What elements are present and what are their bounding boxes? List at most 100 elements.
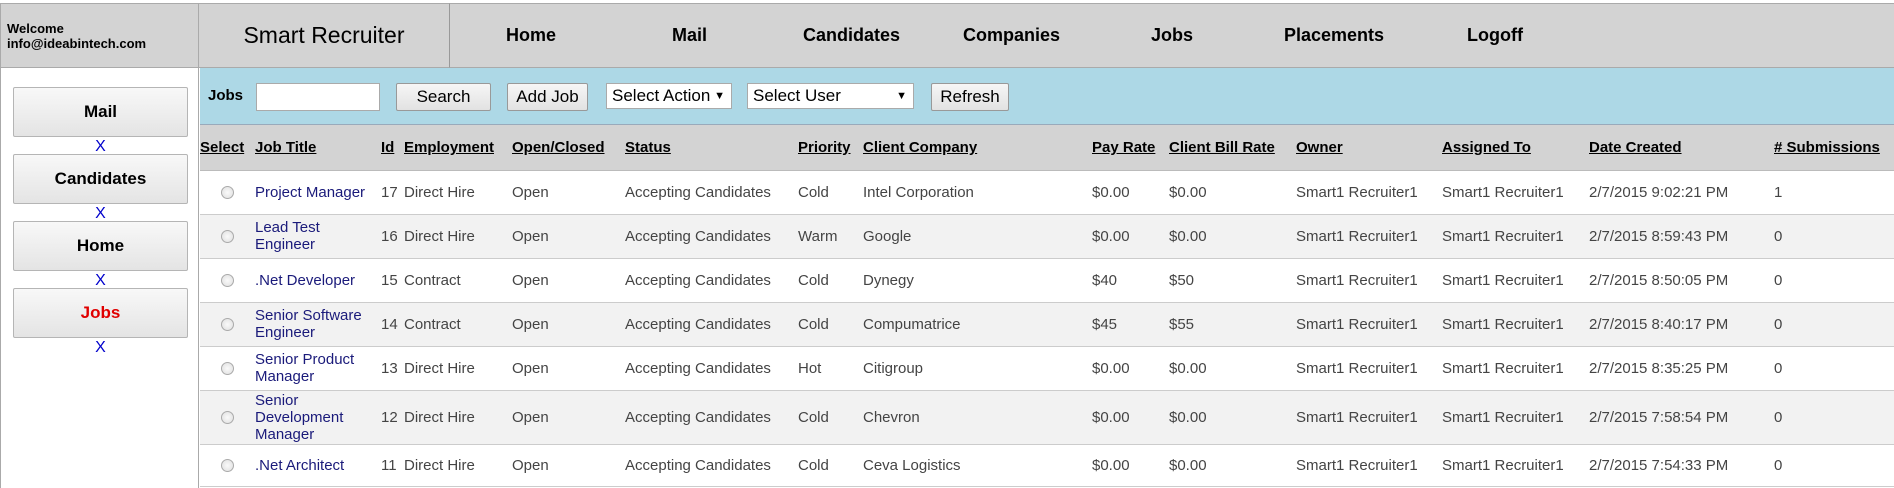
bill-rate: $55 xyxy=(1169,302,1296,347)
nav-mail[interactable]: Mail xyxy=(672,4,707,67)
add-job-button[interactable]: Add Job xyxy=(507,83,588,111)
row-select-radio[interactable] xyxy=(221,458,234,472)
col-submissions[interactable]: # Submissions xyxy=(1774,125,1894,171)
priority: Hot xyxy=(798,346,863,391)
table-row: .Net Architect 11 Direct Hire Open Accep… xyxy=(200,444,1894,487)
job-status: Accepting Candidates xyxy=(625,390,798,445)
table-row: Senior Software Engineer 14 Contract Ope… xyxy=(200,302,1894,347)
jobs-toolbar: Jobs Search Add Job Select Action ▼ Sele… xyxy=(200,68,1894,125)
client-company: Intel Corporation xyxy=(863,170,1092,215)
assigned-to: Smart1 Recruiter1 xyxy=(1442,170,1589,215)
client-company: Ceva Logistics xyxy=(863,444,1092,487)
date-created: 2/7/2015 8:59:43 PM xyxy=(1589,214,1774,259)
welcome-panel: Welcome info@ideabintech.com xyxy=(0,3,199,68)
date-created: 2/7/2015 7:58:54 PM xyxy=(1589,390,1774,445)
owner: Smart1 Recruiter1 xyxy=(1296,302,1442,347)
user-email: info@ideabintech.com xyxy=(7,36,147,51)
nav-placements[interactable]: Placements xyxy=(1284,4,1384,67)
select-cell xyxy=(200,302,255,347)
close-jobs-tab[interactable]: X xyxy=(1,339,200,357)
row-select-radio[interactable] xyxy=(221,185,234,199)
col-id[interactable]: Id xyxy=(381,125,404,171)
job-title-link[interactable]: .Net Developer xyxy=(255,258,381,303)
sidebar: Mail X Candidates X Home X Jobs X xyxy=(0,68,199,488)
row-select-radio[interactable] xyxy=(221,361,234,375)
select-cell xyxy=(200,170,255,215)
assigned-to: Smart1 Recruiter1 xyxy=(1442,302,1589,347)
job-title-link[interactable]: Project Manager xyxy=(255,170,381,215)
date-created: 2/7/2015 8:50:05 PM xyxy=(1589,258,1774,303)
priority: Cold xyxy=(798,302,863,347)
col-priority[interactable]: Priority xyxy=(798,125,863,171)
row-select-radio[interactable] xyxy=(221,410,234,424)
job-title-link[interactable]: Senior Software Engineer xyxy=(255,302,381,347)
table-row: Project Manager 17 Direct Hire Open Acce… xyxy=(200,170,1894,215)
open-closed: Open xyxy=(512,390,625,445)
assigned-to: Smart1 Recruiter1 xyxy=(1442,214,1589,259)
open-closed: Open xyxy=(512,346,625,391)
col-select[interactable]: Select xyxy=(200,125,255,171)
job-status: Accepting Candidates xyxy=(625,302,798,347)
sidebar-tab-candidates[interactable]: Candidates xyxy=(13,154,188,204)
sidebar-tab-home[interactable]: Home xyxy=(13,221,188,271)
row-select-radio[interactable] xyxy=(221,317,234,331)
select-user-value: Select User xyxy=(753,86,841,105)
col-owner[interactable]: Owner xyxy=(1296,125,1442,171)
job-search-input[interactable] xyxy=(256,83,380,111)
nav-candidates[interactable]: Candidates xyxy=(803,4,900,67)
nav-jobs[interactable]: Jobs xyxy=(1151,4,1193,67)
smart-recruiter-page: Welcome info@ideabintech.com Smart Recru… xyxy=(0,0,1894,488)
col-job-title[interactable]: Job Title xyxy=(255,125,381,171)
col-assigned-to[interactable]: Assigned To xyxy=(1442,125,1589,171)
col-status[interactable]: Status xyxy=(625,125,798,171)
col-client-company[interactable]: Client Company xyxy=(863,125,1092,171)
job-title-link[interactable]: Senior Product Manager xyxy=(255,346,381,391)
job-status: Accepting Candidates xyxy=(625,346,798,391)
app-title: Smart Recruiter xyxy=(199,3,450,68)
table-row: .Net Developer 15 Contract Open Acceptin… xyxy=(200,258,1894,303)
pay-rate: $0.00 xyxy=(1092,170,1169,215)
job-title-link[interactable]: Senior Development Manager xyxy=(255,390,381,445)
open-closed: Open xyxy=(512,258,625,303)
search-button[interactable]: Search xyxy=(396,83,491,111)
select-cell xyxy=(200,258,255,303)
submissions-count: 0 xyxy=(1774,390,1894,445)
job-status: Accepting Candidates xyxy=(625,214,798,259)
nav-home[interactable]: Home xyxy=(506,4,556,67)
job-title-link[interactable]: .Net Architect xyxy=(255,444,381,487)
open-closed: Open xyxy=(512,170,625,215)
sidebar-tab-mail[interactable]: Mail xyxy=(13,87,188,137)
job-status: Accepting Candidates xyxy=(625,444,798,487)
pay-rate: $0.00 xyxy=(1092,214,1169,259)
row-select-radio[interactable] xyxy=(221,273,234,287)
job-title-link[interactable]: Lead Test Engineer xyxy=(255,214,381,259)
employment-type: Direct Hire xyxy=(404,214,512,259)
select-action-dropdown[interactable]: Select Action ▼ xyxy=(606,83,732,109)
job-id: 17 xyxy=(381,170,404,215)
job-status: Accepting Candidates xyxy=(625,170,798,215)
col-client-bill-rate[interactable]: Client Bill Rate xyxy=(1169,125,1296,171)
pay-rate: $0.00 xyxy=(1092,390,1169,445)
select-user-dropdown[interactable]: Select User ▼ xyxy=(747,83,914,109)
col-pay-rate[interactable]: Pay Rate xyxy=(1092,125,1169,171)
open-closed: Open xyxy=(512,214,625,259)
job-id: 14 xyxy=(381,302,404,347)
table-row: Senior Development Manager 12 Direct Hir… xyxy=(200,390,1894,445)
open-closed: Open xyxy=(512,444,625,487)
sidebar-tab-jobs[interactable]: Jobs xyxy=(13,288,188,338)
open-closed: Open xyxy=(512,302,625,347)
refresh-button[interactable]: Refresh xyxy=(931,83,1009,111)
select-cell xyxy=(200,444,255,487)
employment-type: Contract xyxy=(404,258,512,303)
col-open-closed[interactable]: Open/Closed xyxy=(512,125,625,171)
col-date-created[interactable]: Date Created xyxy=(1589,125,1774,171)
pay-rate: $0.00 xyxy=(1092,346,1169,391)
nav-logoff[interactable]: Logoff xyxy=(1467,4,1523,67)
row-select-radio[interactable] xyxy=(221,229,234,243)
employment-type: Direct Hire xyxy=(404,390,512,445)
select-cell xyxy=(200,390,255,445)
col-employment[interactable]: Employment xyxy=(404,125,512,171)
client-company: Citigroup xyxy=(863,346,1092,391)
nav-companies[interactable]: Companies xyxy=(963,4,1060,67)
date-created: 2/7/2015 8:40:17 PM xyxy=(1589,302,1774,347)
